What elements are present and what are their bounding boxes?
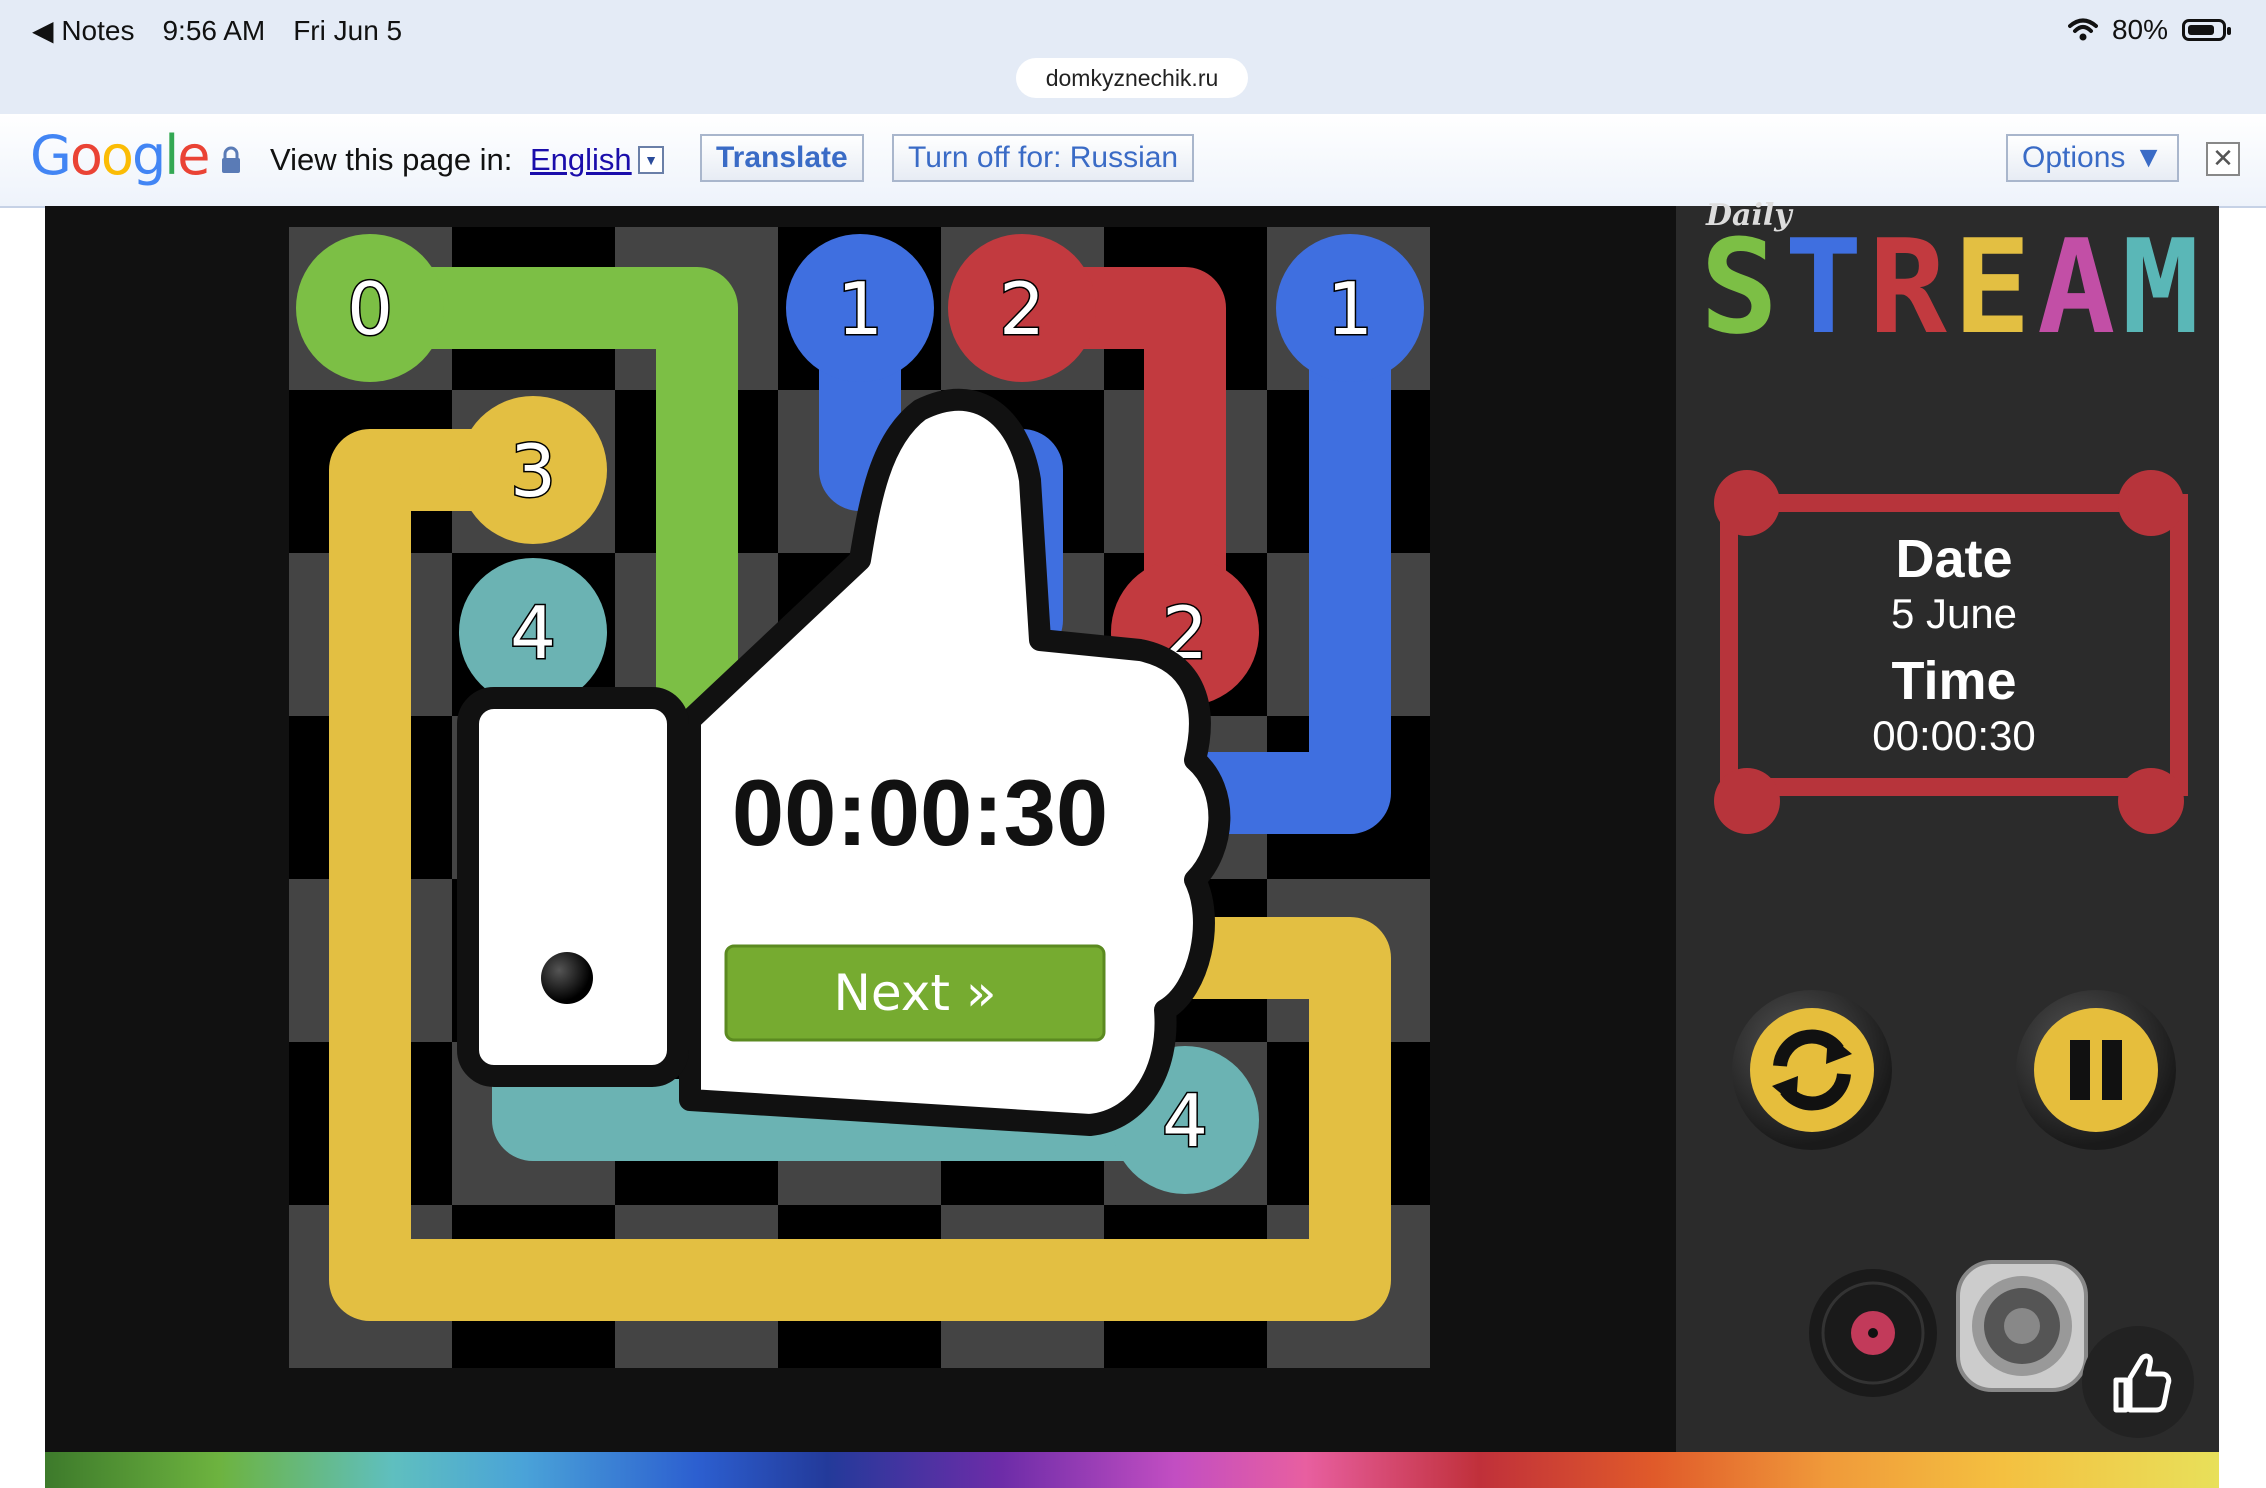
endpoint-label: 3 xyxy=(510,429,556,513)
speaker-icon[interactable] xyxy=(1952,1256,2092,1396)
endpoint-label: 1 xyxy=(1327,267,1373,351)
next-button[interactable]: Next » xyxy=(724,944,1106,1042)
endpoint-label: 2 xyxy=(999,267,1045,351)
endpoint-label: 4 xyxy=(510,591,556,675)
date-value: 5 June xyxy=(1890,590,2018,637)
time-value: 00:00:30 xyxy=(1872,712,2036,759)
stream-logo: STREAM xyxy=(1700,211,2206,363)
refresh-icon xyxy=(1772,1029,1852,1111)
pause-icon xyxy=(2070,1040,2122,1100)
date-label: Date xyxy=(1895,529,2013,589)
popup-time: 00:00:30 xyxy=(732,760,1108,865)
thumbs-up-icon xyxy=(2113,1353,2172,1413)
music-record-icon[interactable] xyxy=(1806,1266,1940,1400)
endpoint-label: 4 xyxy=(1162,1079,1208,1163)
color-strip xyxy=(45,1452,2219,1488)
restart-button[interactable] xyxy=(1732,990,1892,1150)
pause-button[interactable] xyxy=(2016,990,2176,1150)
like-button[interactable] xyxy=(2082,1326,2194,1438)
endpoint-label: 1 xyxy=(837,267,883,351)
info-panel: Date 5 June Time 00:00:30 xyxy=(1720,494,2188,796)
svg-text:Next »: Next » xyxy=(834,964,997,1022)
time-label: Time xyxy=(1891,651,2017,711)
endpoint-label: 0 xyxy=(347,267,393,351)
